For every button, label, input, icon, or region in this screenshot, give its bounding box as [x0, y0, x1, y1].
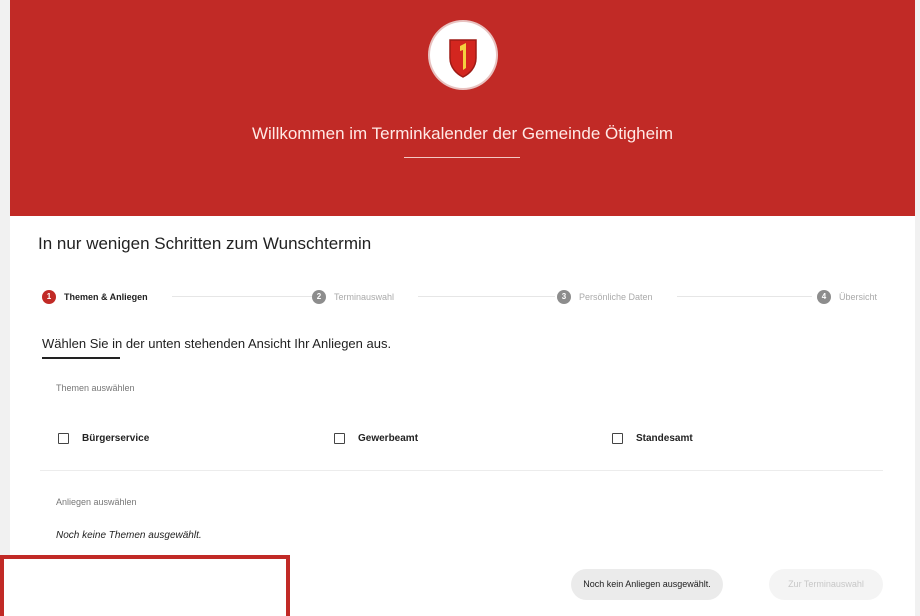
concerns-label: Anliegen auswählen [56, 497, 137, 507]
step-connector [677, 296, 812, 297]
checkbox-label[interactable]: Gewerbeamt [358, 433, 418, 444]
section-divider [40, 470, 883, 471]
page-title: In nur wenigen Schritten zum Wunschtermi… [38, 234, 372, 253]
section-heading: Wählen Sie in der unten stehenden Ansich… [42, 336, 392, 351]
checkbox-icon[interactable] [58, 432, 69, 444]
step-number: 2 [312, 290, 326, 304]
checkbox-icon[interactable] [612, 432, 623, 444]
title-divider [404, 157, 520, 158]
step-label: Themen & Anliegen [64, 292, 148, 302]
step-themen-anliegen[interactable]: 1 Themen & Anliegen [42, 288, 148, 306]
step-connector [172, 296, 313, 297]
no-topics-message: Noch keine Themen ausgewählt. [56, 530, 202, 541]
step-connector [418, 296, 555, 297]
step-number: 3 [557, 290, 571, 304]
welcome-title: Willkommen im Terminkalender der Gemeind… [251, 124, 674, 143]
step-number: 4 [817, 290, 831, 304]
topic-checkbox-standesamt[interactable]: Standesamt [612, 430, 693, 446]
step-label: Persönliche Daten [579, 292, 653, 302]
municipality-logo [430, 22, 496, 88]
topic-checkbox-gewerbeamt[interactable]: Gewerbeamt [334, 430, 418, 446]
checkbox-label[interactable]: Bürgerservice [82, 433, 149, 444]
next-step-button[interactable]: Zur Terminauswahl [769, 569, 883, 600]
overlay-panel [0, 555, 290, 616]
section-underline [42, 357, 120, 359]
left-page-margin [0, 0, 10, 616]
topic-checkbox-buergerservice[interactable]: Bürgerservice [58, 430, 149, 446]
coat-of-arms-icon [449, 39, 477, 78]
step-persoenliche-daten[interactable]: 3 Persönliche Daten [557, 288, 653, 306]
step-terminauswahl[interactable]: 2 Terminauswahl [312, 288, 394, 306]
step-number: 1 [42, 290, 56, 304]
checkbox-icon[interactable] [334, 432, 345, 444]
step-label: Terminauswahl [334, 292, 395, 302]
step-uebersicht[interactable]: 4 Übersicht [817, 288, 877, 306]
step-label: Übersicht [839, 292, 878, 302]
progress-stepper: 1 Themen & Anliegen 2 Terminauswahl 3 Pe… [42, 288, 884, 306]
checkbox-label[interactable]: Standesamt [636, 433, 693, 444]
topics-label: Themen auswählen [56, 383, 135, 393]
header-banner: Willkommen im Terminkalender der Gemeind… [10, 0, 915, 216]
no-concern-selected-button[interactable]: Noch kein Anliegen ausgewählt. [571, 569, 723, 600]
right-page-margin [915, 0, 920, 616]
